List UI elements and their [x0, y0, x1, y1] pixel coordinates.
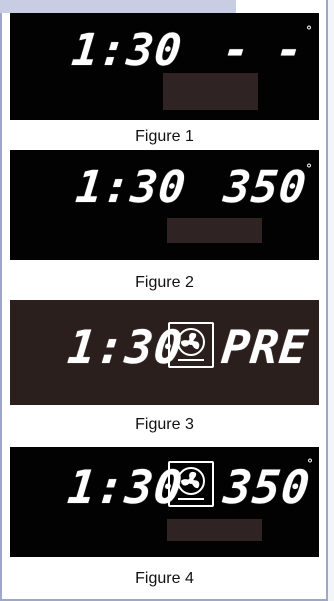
degree-symbol: °	[306, 162, 312, 176]
figure-caption: Figure 1	[135, 128, 194, 145]
inactive-indicator-window	[167, 218, 262, 243]
temperature-display: 350	[221, 162, 310, 213]
convection-fan-icon	[168, 322, 214, 368]
top-strip	[0, 0, 236, 13]
display-panel-figure-4: 1:30 350 °	[10, 447, 319, 557]
page-right-edge	[328, 0, 334, 601]
degree-symbol: °	[306, 24, 312, 38]
display-panel-figure-2: 1:30 350 °	[10, 150, 319, 260]
inactive-indicator-window	[163, 73, 258, 110]
figure-caption: Figure 2	[135, 274, 194, 291]
inactive-indicator-window	[167, 519, 262, 541]
time-display: 1:30	[73, 162, 189, 213]
degree-symbol: °	[307, 457, 313, 471]
figure-caption: Figure 3	[135, 416, 194, 433]
display-panel-figure-1: 1:30 - - - °	[10, 13, 319, 120]
figure-caption: Figure 4	[135, 570, 194, 587]
temperature-display: 350	[221, 460, 313, 514]
convection-fan-icon	[168, 461, 214, 507]
display-panel-figure-3: 1:30 PRE	[10, 300, 319, 405]
temperature-display: - - -	[220, 25, 319, 76]
preheat-display: PRE	[219, 320, 311, 374]
time-display: 1:30	[69, 25, 185, 76]
